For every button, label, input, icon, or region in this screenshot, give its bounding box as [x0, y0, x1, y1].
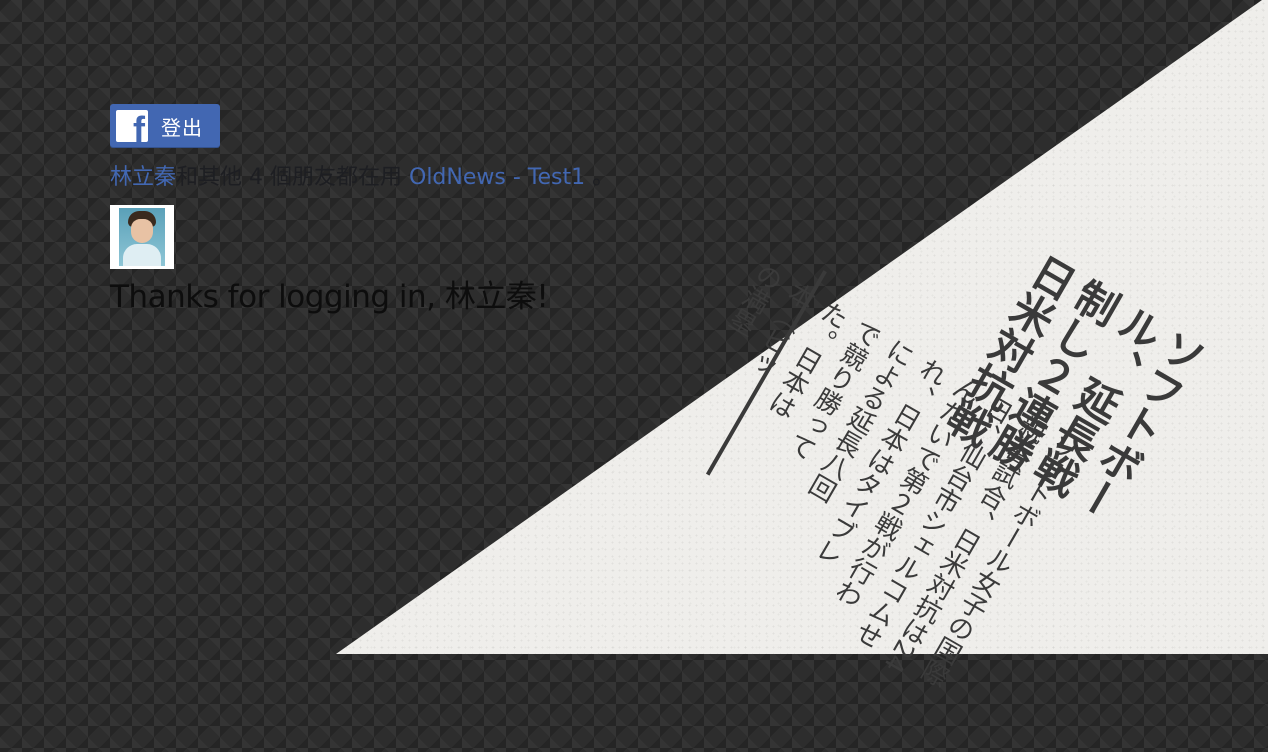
profile-photo — [119, 208, 165, 266]
facebook-logout-button[interactable]: f 登出 — [110, 104, 220, 148]
friends-using-app-text: 林立秦和其他 4 個朋友都在用 OldNews - Test1 。 — [110, 159, 614, 191]
facebook-icon: f — [116, 110, 148, 142]
app-name-link[interactable]: OldNews - Test1 — [409, 165, 585, 190]
user-name-link[interactable]: 林立秦 — [110, 165, 176, 190]
profile-avatar[interactable] — [110, 205, 174, 269]
login-panel: f 登出 林立秦和其他 4 個朋友都在用 OldNews - Test1 。 T… — [110, 104, 614, 316]
sentence-end: 。 — [585, 165, 615, 190]
friends-count-text: 和其他 4 個朋友都在用 — [176, 165, 409, 190]
logout-label: 登出 — [161, 115, 203, 140]
greeting-text: Thanks for logging in, 林立秦! — [110, 279, 549, 315]
